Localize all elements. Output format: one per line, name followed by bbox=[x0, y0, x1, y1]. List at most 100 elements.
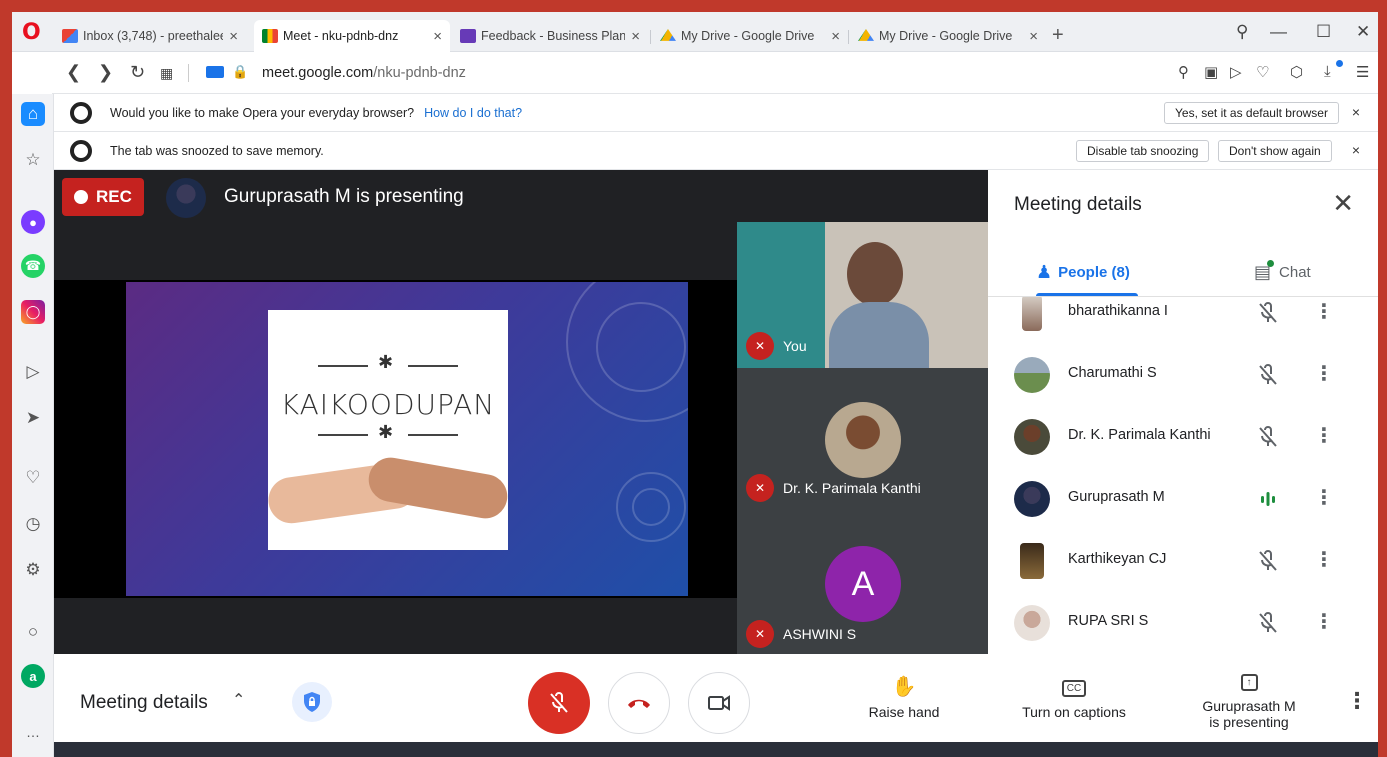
tab-close-icon[interactable]: × bbox=[1029, 28, 1038, 45]
snapshot-icon[interactable]: ▣ bbox=[1204, 63, 1218, 81]
list-item[interactable]: Dr. K. Parimala Kanthi ⋮ bbox=[988, 407, 1378, 469]
new-tab-button[interactable]: + bbox=[1052, 24, 1064, 47]
minimize-icon[interactable]: — bbox=[1270, 22, 1287, 42]
participant-name: Dr. K. Parimala Kanthi bbox=[783, 480, 921, 496]
tab-drive-1[interactable]: My Drive - Google Drive × bbox=[652, 20, 848, 52]
more-options-icon[interactable]: ⋮ bbox=[1314, 485, 1334, 510]
more-options-icon[interactable]: ⋮ bbox=[1314, 361, 1334, 386]
participant-name: ASHWINI S bbox=[783, 626, 857, 642]
tab-inbox[interactable]: Inbox (3,748) - preethaleena × bbox=[54, 20, 246, 52]
whatsapp-icon[interactable]: ☎ bbox=[21, 254, 45, 278]
camera-button[interactable] bbox=[688, 672, 750, 734]
list-item[interactable]: Charumathi S ⋮ bbox=[988, 345, 1378, 407]
search-tabs-icon[interactable]: ⚲ bbox=[1236, 22, 1248, 42]
instagram-icon[interactable]: ◯ bbox=[21, 300, 45, 324]
tab-meet[interactable]: Meet - nku-pdnb-dnz × bbox=[254, 20, 450, 52]
tab-close-icon[interactable]: × bbox=[229, 28, 238, 45]
decor-ring bbox=[596, 302, 686, 392]
decor-line bbox=[318, 434, 368, 436]
tab-drive-2[interactable]: My Drive - Google Drive × bbox=[850, 20, 1046, 52]
tab-separator bbox=[848, 30, 849, 44]
lock-icon[interactable]: 🔒 bbox=[232, 64, 248, 80]
tab-people[interactable]: ♟ People (8) bbox=[1036, 248, 1136, 296]
mic-off-icon bbox=[1259, 612, 1277, 633]
extensions-cube-icon[interactable]: ⬡ bbox=[1290, 63, 1303, 81]
more-options-icon[interactable]: ⋮ bbox=[1314, 547, 1334, 572]
list-item[interactable]: Guruprasath M ⋮ bbox=[988, 469, 1378, 531]
notice-message: Would you like to make Opera your everyd… bbox=[110, 106, 415, 120]
tab-close-icon[interactable]: × bbox=[631, 28, 640, 45]
easy-setup-icon[interactable]: ☰ bbox=[1356, 63, 1369, 81]
close-window-icon[interactable]: ✕ bbox=[1356, 22, 1370, 42]
url-field[interactable]: meet.google.com/nku-pdnb-dnz bbox=[262, 65, 466, 81]
participant-tile-you[interactable]: ✕ You bbox=[737, 222, 989, 368]
participant-tile-ashwini[interactable]: A ✕ ASHWINI S bbox=[737, 512, 989, 654]
aria-icon[interactable]: a bbox=[21, 664, 45, 688]
leave-call-button[interactable] bbox=[608, 672, 670, 734]
forward-icon[interactable]: ❯ bbox=[98, 62, 113, 83]
close-icon[interactable]: × bbox=[1352, 142, 1360, 158]
disable-snoozing-button[interactable]: Disable tab snoozing bbox=[1076, 140, 1210, 162]
tab-chat[interactable]: ▤ Chat bbox=[1254, 248, 1311, 296]
settings-icon[interactable]: ⚙ bbox=[21, 558, 45, 582]
back-icon[interactable]: ❮ bbox=[66, 62, 81, 83]
more-options-icon[interactable]: ⋮ bbox=[1314, 299, 1334, 324]
tab-close-icon[interactable]: × bbox=[831, 28, 840, 45]
close-panel-icon[interactable]: ✕ bbox=[1332, 190, 1354, 216]
heart-icon[interactable]: ♡ bbox=[1256, 63, 1269, 81]
participant-video bbox=[829, 302, 929, 368]
host-controls-button[interactable] bbox=[292, 682, 332, 722]
meeting-details-label[interactable]: Meeting details bbox=[80, 692, 208, 714]
hang-up-icon bbox=[628, 699, 650, 708]
tab-close-icon[interactable]: × bbox=[433, 28, 442, 45]
player-icon[interactable]: ▷ bbox=[21, 360, 45, 384]
more-icon[interactable]: … bbox=[21, 720, 45, 744]
how-do-i-link[interactable]: How do I do that? bbox=[424, 106, 522, 120]
list-item[interactable]: bharathikanna I ⋮ bbox=[988, 297, 1378, 345]
participant-video bbox=[847, 242, 903, 306]
star-icon[interactable]: ☆ bbox=[21, 148, 45, 172]
mic-off-icon bbox=[1259, 426, 1277, 447]
os-taskbar bbox=[54, 742, 1378, 757]
participant-tile-parimala[interactable]: ✕ Dr. K. Parimala Kanthi bbox=[737, 368, 989, 512]
opera-menu-icon[interactable]: O bbox=[22, 22, 44, 44]
notice-message: The tab was snoozed to save memory. bbox=[110, 144, 324, 158]
shield-lock-icon bbox=[304, 692, 320, 712]
url-path: /nku-pdnb-dnz bbox=[373, 65, 466, 81]
slide: ✱ KAIKOODUPAN ✱ bbox=[126, 282, 688, 596]
speed-dial-icon[interactable]: ▦ bbox=[160, 65, 173, 82]
mic-off-icon bbox=[1259, 550, 1277, 571]
zoom-icon[interactable]: ⚲ bbox=[1178, 63, 1189, 81]
decor-ring bbox=[632, 488, 670, 526]
tab-feedback[interactable]: Feedback - Business Plan C × bbox=[452, 20, 648, 52]
send-icon[interactable]: ➤ bbox=[21, 406, 45, 430]
list-item[interactable]: RUPA SRI S ⋮ bbox=[988, 593, 1378, 654]
download-icon[interactable]: ⤓ bbox=[1324, 63, 1331, 80]
tab-title: My Drive - Google Drive bbox=[879, 29, 1013, 43]
raise-hand-button[interactable]: ✋ Raise hand bbox=[854, 674, 954, 720]
muted-mic-icon: ✕ bbox=[746, 332, 774, 360]
send-icon[interactable]: ▷ bbox=[1230, 63, 1242, 81]
heart-icon[interactable]: ♡ bbox=[21, 466, 45, 490]
more-options-icon[interactable]: ⋮ bbox=[1314, 609, 1334, 634]
lightbulb-icon[interactable]: ○ bbox=[21, 620, 45, 644]
google-forms-icon bbox=[460, 29, 476, 43]
people-list[interactable]: bharathikanna I ⋮ Charumathi S ⋮ Dr. K. … bbox=[988, 297, 1378, 654]
captions-button[interactable]: CC Turn on captions bbox=[1010, 674, 1138, 720]
messenger-icon[interactable]: ● bbox=[21, 210, 45, 234]
more-options-icon[interactable]: ⋮ bbox=[1314, 423, 1334, 448]
microphone-off-button[interactable] bbox=[528, 672, 590, 734]
chevron-up-icon[interactable]: ⌃ bbox=[232, 690, 245, 710]
more-options-icon[interactable]: ⋮ bbox=[1346, 688, 1368, 714]
dont-show-again-button[interactable]: Don't show again bbox=[1218, 140, 1332, 162]
home-icon[interactable]: ⌂ bbox=[21, 102, 45, 126]
history-icon[interactable]: ◷ bbox=[21, 512, 45, 536]
camera-in-use-icon[interactable] bbox=[206, 66, 224, 78]
reload-icon[interactable]: ↻ bbox=[130, 62, 145, 83]
close-icon[interactable]: × bbox=[1352, 104, 1360, 120]
list-item[interactable]: Karthikeyan CJ ⋮ bbox=[988, 531, 1378, 593]
set-default-button[interactable]: Yes, set it as default browser bbox=[1164, 102, 1339, 124]
star-icon: ✱ bbox=[378, 352, 394, 372]
presenting-button[interactable]: ↑ Guruprasath M is presenting bbox=[1184, 668, 1314, 730]
maximize-icon[interactable]: ☐ bbox=[1316, 22, 1331, 42]
